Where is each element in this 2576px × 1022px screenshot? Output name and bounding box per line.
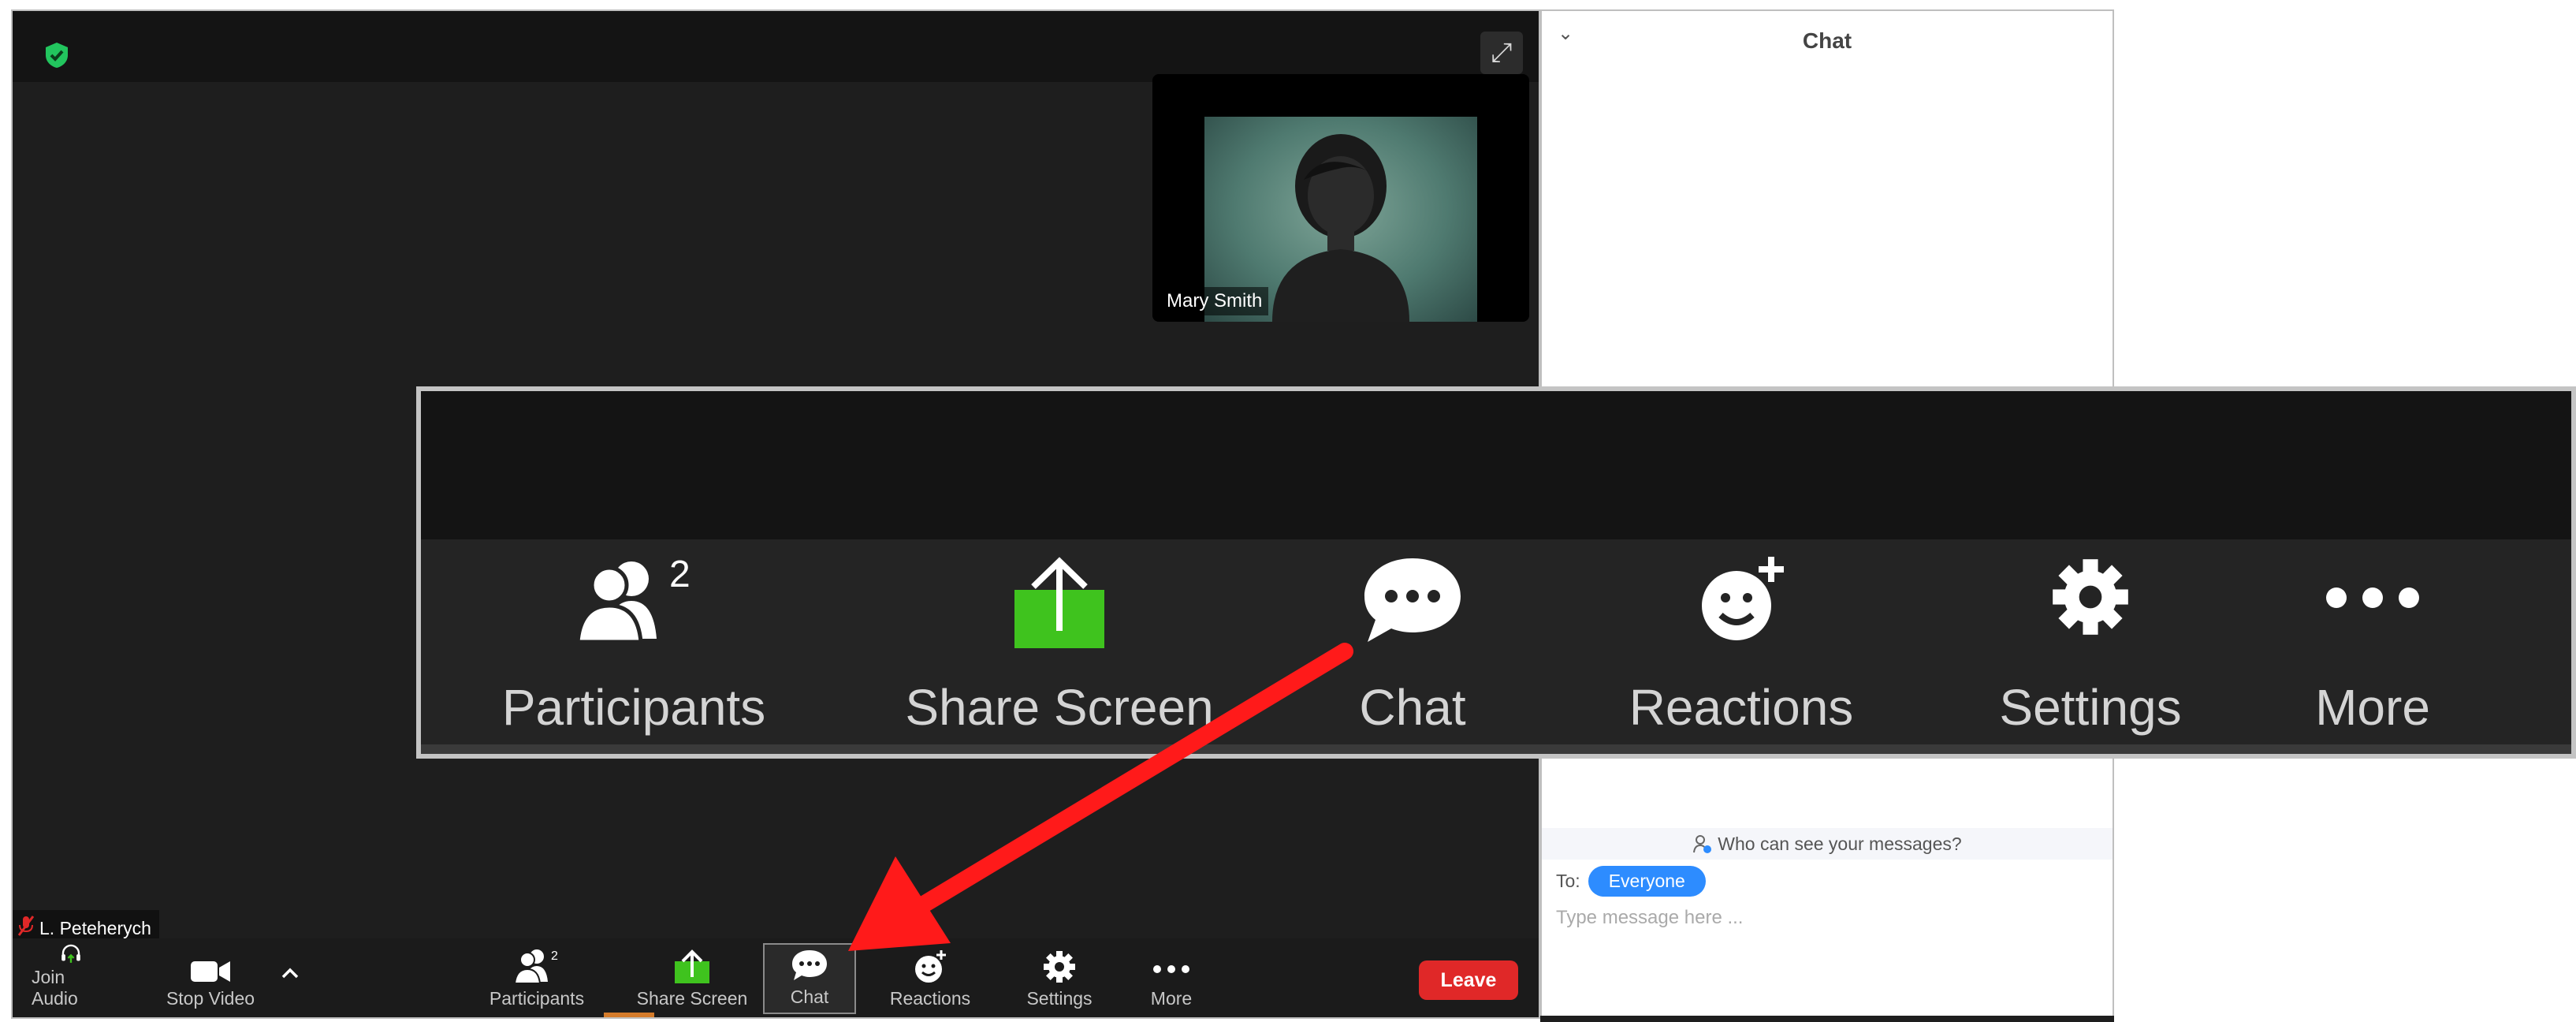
zoomed-toolbar-callout: 2 Participants Share Screen Chat Reactio… [416, 386, 2576, 759]
more-dots-icon [1153, 965, 1189, 973]
chat-bubble-icon [792, 950, 827, 980]
stop-video-button[interactable]: Stop Video [159, 943, 262, 1014]
recipient-dropdown[interactable]: Everyone [1588, 866, 1706, 897]
svg-text:2: 2 [669, 554, 691, 595]
active-indicator [604, 1013, 654, 1017]
who-can-see-link[interactable]: Who can see your messages? [1542, 828, 2113, 860]
zoom-participants-button[interactable]: 2 Participants [500, 539, 768, 754]
camera-icon [191, 961, 230, 982]
to-label: To: [1556, 871, 1580, 891]
zoom-reactions-button[interactable]: Reactions [1611, 539, 1871, 754]
reactions-icon [915, 950, 946, 983]
person-lock-icon [1693, 835, 1712, 853]
gear-icon [2053, 559, 2128, 635]
zoom-more-button[interactable]: More [2278, 539, 2467, 754]
self-name: L. Peteherych [39, 917, 151, 938]
share-screen-icon [675, 949, 709, 983]
leave-button[interactable]: Leave [1419, 960, 1518, 1000]
participants-icon: 2 [513, 949, 558, 984]
recipient-row: To: Everyone [1556, 866, 1706, 897]
more-button[interactable]: More [1124, 943, 1219, 1014]
reactions-icon [1702, 557, 1784, 640]
zoom-settings-button[interactable]: Settings [1972, 539, 2209, 754]
message-input[interactable]: Type message here ... [1556, 907, 1743, 929]
gear-icon [1044, 951, 1075, 983]
meeting-toolbar: Join Audio Stop Video 2 Participants Sha… [13, 938, 1539, 1017]
more-dots-icon [2326, 587, 2419, 608]
mic-muted-icon [17, 915, 35, 942]
share-screen-button[interactable]: Share Screen [629, 943, 755, 1014]
zoom-chat-button[interactable]: Chat [1326, 539, 1499, 754]
participant-name: Mary Smith [1160, 287, 1269, 315]
participants-button[interactable]: 2 Participants [478, 943, 596, 1014]
svg-text:2: 2 [551, 949, 558, 963]
reactions-button[interactable]: Reactions [884, 943, 976, 1014]
share-screen-icon [1014, 557, 1104, 648]
bottom-strip [1540, 1016, 2114, 1022]
chat-button[interactable]: Chat [763, 943, 856, 1014]
zoom-bottom-edge [421, 744, 2571, 754]
chat-bubble-icon [1364, 558, 1461, 642]
settings-button[interactable]: Settings [1012, 943, 1107, 1014]
caret-up-icon[interactable] [274, 943, 306, 1014]
participants-icon: 2 [575, 554, 691, 644]
zoom-share-screen-button[interactable]: Share Screen [905, 539, 1214, 754]
participant-thumbnail[interactable]: Mary Smith [1152, 74, 1529, 322]
chat-title: Chat [1802, 28, 1852, 53]
headphones-icon [61, 944, 80, 963]
zoomed-toolbar: 2 Participants Share Screen Chat Reactio… [421, 539, 2571, 754]
shield-icon[interactable] [43, 41, 71, 69]
join-audio-button[interactable]: Join Audio [32, 943, 110, 1014]
expand-icon[interactable]: ⤢ [1480, 32, 1523, 74]
meeting-top-bar: ⤢ [13, 11, 1539, 82]
